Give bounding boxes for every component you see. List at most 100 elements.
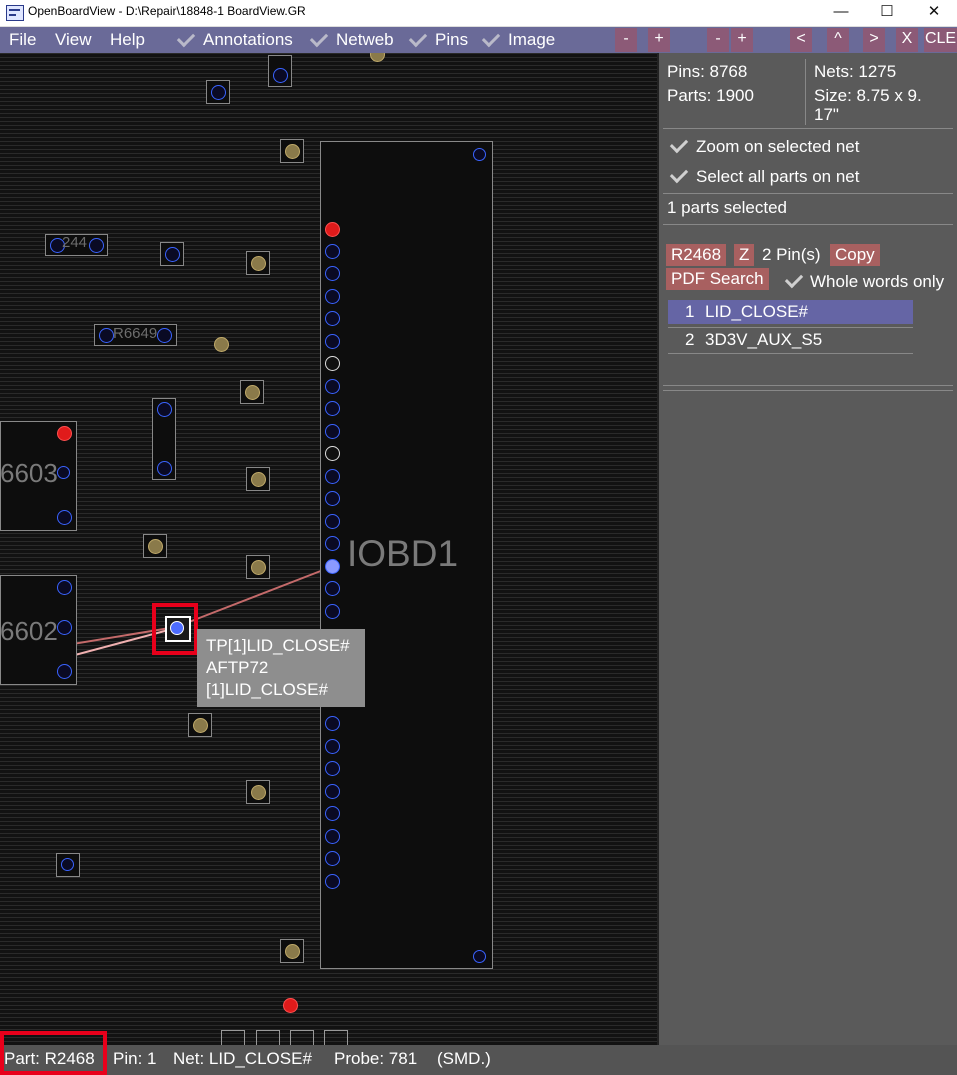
pin[interactable] bbox=[473, 148, 486, 161]
pin[interactable] bbox=[473, 950, 486, 963]
pin[interactable] bbox=[325, 446, 340, 461]
toggle-annotations[interactable]: Annotations bbox=[203, 30, 293, 50]
pin[interactable] bbox=[325, 581, 340, 596]
part-small[interactable] bbox=[246, 251, 270, 275]
pin[interactable] bbox=[325, 761, 340, 776]
copy-button[interactable]: Copy bbox=[830, 244, 880, 266]
pin[interactable] bbox=[325, 424, 340, 439]
up-button[interactable]: ^ bbox=[827, 28, 849, 52]
pin[interactable] bbox=[325, 536, 340, 551]
pin[interactable] bbox=[325, 784, 340, 799]
pin[interactable] bbox=[325, 806, 340, 821]
menu-file[interactable]: File bbox=[9, 30, 36, 50]
pin[interactable] bbox=[245, 385, 260, 400]
pin[interactable] bbox=[89, 238, 104, 253]
part-small[interactable] bbox=[280, 139, 304, 163]
whole-words-check-icon[interactable] bbox=[784, 269, 804, 289]
part-small[interactable] bbox=[188, 713, 212, 737]
net-list-item[interactable]: 1 LID_CLOSE# bbox=[668, 300, 913, 324]
pin[interactable] bbox=[157, 328, 172, 343]
close-window-button[interactable]: ✕ bbox=[911, 0, 957, 26]
part-small[interactable] bbox=[280, 939, 304, 963]
pin[interactable] bbox=[57, 580, 72, 595]
pin[interactable] bbox=[99, 328, 114, 343]
part-small[interactable] bbox=[268, 55, 292, 87]
close-search-button[interactable]: X bbox=[896, 28, 918, 52]
pin[interactable] bbox=[57, 510, 72, 525]
pin[interactable] bbox=[285, 944, 300, 959]
pin[interactable] bbox=[325, 716, 340, 731]
pin[interactable] bbox=[251, 560, 266, 575]
part-small[interactable] bbox=[143, 534, 167, 558]
previous-button[interactable]: < bbox=[790, 28, 812, 52]
toggle-netweb[interactable]: Netweb bbox=[336, 30, 394, 50]
next-button[interactable]: > bbox=[863, 28, 885, 52]
pin[interactable] bbox=[273, 68, 288, 83]
pin[interactable] bbox=[214, 337, 229, 352]
pin[interactable] bbox=[325, 491, 340, 506]
pin[interactable] bbox=[325, 266, 340, 281]
whole-words-toggle[interactable]: Whole words only bbox=[810, 272, 944, 292]
zoom-in-button[interactable]: + bbox=[648, 28, 670, 52]
pin[interactable] bbox=[325, 289, 340, 304]
pin[interactable] bbox=[325, 829, 340, 844]
pin[interactable] bbox=[325, 244, 340, 259]
part-small[interactable] bbox=[246, 467, 270, 491]
net-list-item[interactable]: 2 3D3V_AUX_S5 bbox=[668, 328, 913, 352]
pin[interactable] bbox=[148, 539, 163, 554]
pin[interactable] bbox=[251, 256, 266, 271]
pin[interactable] bbox=[157, 402, 172, 417]
pdf-search-button[interactable]: PDF Search bbox=[666, 268, 769, 290]
pin[interactable] bbox=[325, 514, 340, 529]
pin[interactable] bbox=[57, 426, 72, 441]
image-check-icon[interactable] bbox=[481, 28, 501, 48]
pin[interactable] bbox=[157, 461, 172, 476]
pin[interactable] bbox=[57, 664, 72, 679]
clear-button[interactable]: CLE bbox=[924, 28, 957, 52]
toggle-pins[interactable]: Pins bbox=[435, 30, 468, 50]
pin[interactable] bbox=[325, 401, 340, 416]
minimize-button[interactable]: — bbox=[818, 0, 864, 26]
annotations-check-icon[interactable] bbox=[176, 28, 196, 48]
pin[interactable] bbox=[325, 851, 340, 866]
toggle-image[interactable]: Image bbox=[508, 30, 555, 50]
pin[interactable] bbox=[285, 144, 300, 159]
part-vertical[interactable] bbox=[152, 398, 176, 480]
pin[interactable] bbox=[325, 334, 340, 349]
part-small[interactable] bbox=[160, 242, 184, 266]
increase-button[interactable]: + bbox=[731, 28, 753, 52]
pin[interactable] bbox=[283, 998, 298, 1013]
maximize-button[interactable]: ☐ bbox=[864, 0, 910, 26]
netweb-check-icon[interactable] bbox=[309, 28, 329, 48]
part-small[interactable] bbox=[240, 380, 264, 404]
pin[interactable] bbox=[165, 247, 180, 262]
pins-check-icon[interactable] bbox=[408, 28, 428, 48]
pin[interactable] bbox=[325, 311, 340, 326]
pin[interactable] bbox=[325, 604, 340, 619]
select-all-check-icon[interactable] bbox=[669, 164, 689, 184]
pin[interactable] bbox=[211, 85, 226, 100]
part-small[interactable] bbox=[206, 80, 230, 104]
zoom-out-button[interactable]: - bbox=[615, 28, 637, 52]
part-small[interactable] bbox=[56, 853, 80, 877]
pin[interactable] bbox=[57, 620, 72, 635]
pin[interactable] bbox=[325, 379, 340, 394]
pin[interactable] bbox=[251, 472, 266, 487]
menu-help[interactable]: Help bbox=[110, 30, 145, 50]
zoom-on-net-toggle[interactable]: Zoom on selected net bbox=[696, 137, 859, 157]
pin[interactable] bbox=[193, 718, 208, 733]
zoom-on-net-check-icon[interactable] bbox=[669, 134, 689, 154]
pin[interactable] bbox=[325, 874, 340, 889]
part-small[interactable] bbox=[246, 555, 270, 579]
zoom-part-button[interactable]: Z bbox=[734, 244, 755, 266]
pin[interactable] bbox=[325, 469, 340, 484]
menu-view[interactable]: View bbox=[55, 30, 92, 50]
pin[interactable] bbox=[57, 466, 70, 479]
part-small[interactable] bbox=[246, 780, 270, 804]
select-all-parts-toggle[interactable]: Select all parts on net bbox=[696, 167, 859, 187]
pin[interactable] bbox=[251, 785, 266, 800]
pin[interactable] bbox=[61, 858, 74, 871]
board-canvas[interactable]: IOBD1 6603 6602 244 R6649 bbox=[0, 53, 657, 1045]
pin[interactable] bbox=[325, 356, 340, 371]
pin-1[interactable] bbox=[325, 222, 340, 237]
